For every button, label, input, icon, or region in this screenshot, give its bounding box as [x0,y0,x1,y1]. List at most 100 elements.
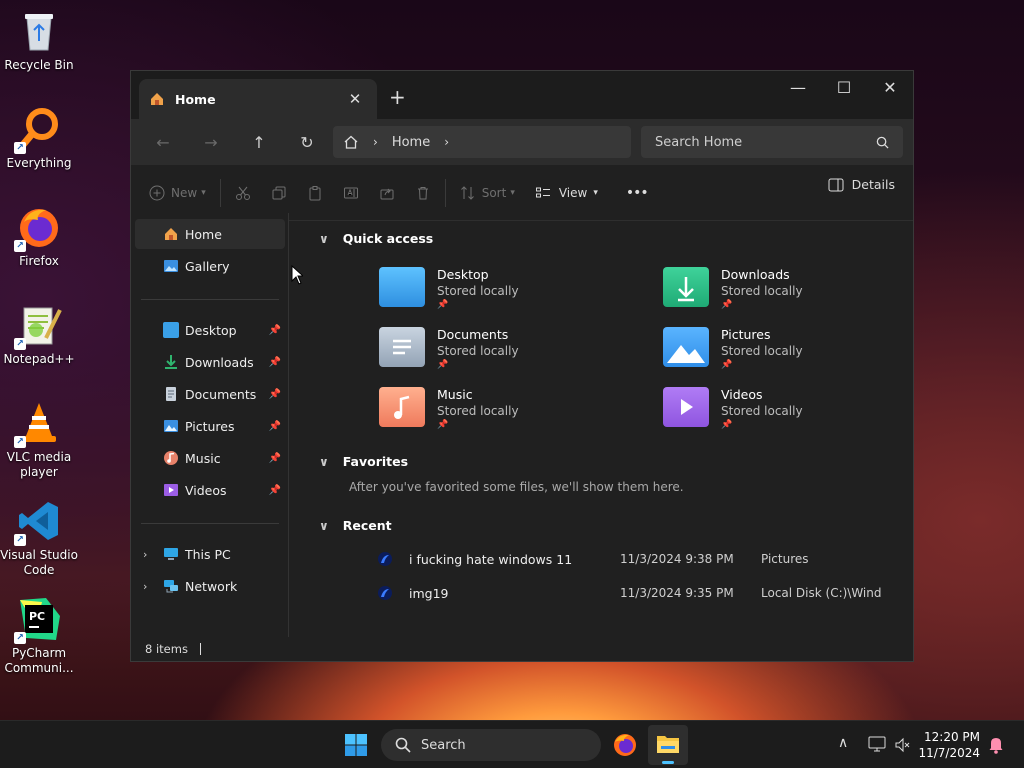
sidebar-item-downloads[interactable]: Downloads 📌 [135,347,285,377]
window-controls: — ☐ ✕ [775,71,913,103]
desktop-icon-pycharm[interactable]: PC ↗ PyCharm Communi... [0,596,78,676]
share-button[interactable] [369,177,405,209]
sidebar-item-label: Home [185,226,222,242]
section-title: Favorites [342,454,409,469]
pin-icon[interactable]: 📌 [269,421,281,432]
recent-file-location: Local Disk (C:)\Wind... [761,586,881,600]
desktop-icon-firefox[interactable]: ↗ Firefox [0,204,78,269]
new-button[interactable]: New ▾ [139,177,216,209]
close-window-button[interactable]: ✕ [867,71,913,103]
sidebar-item-music[interactable]: Music 📌 [135,443,285,473]
desktop-icon-label: Firefox [19,254,59,268]
pin-icon: 📌 [721,360,733,370]
up-button[interactable]: ↑ [235,126,283,158]
quick-access-desktop[interactable]: Desktop Stored locally 📌 [379,267,609,323]
refresh-button[interactable]: ↻ [283,126,331,158]
clock[interactable]: 12:20 PM 11/7/2024 [918,729,980,761]
chevron-up-icon[interactable]: ∧ [838,735,848,751]
sidebar-item-label: Network [185,578,238,594]
pin-icon[interactable]: 📌 [269,325,281,336]
delete-button[interactable] [405,177,441,209]
view-list-icon [535,187,550,197]
sidebar-item-home[interactable]: Home [135,219,285,249]
search-input[interactable]: Search Home [641,126,903,158]
desktop-icon-recycle-bin[interactable]: Recycle Bin [0,8,78,73]
file-explorer-window: Home ✕ + — ☐ ✕ ← → ↑ ↻ › Home › Search H… [130,70,914,662]
pin-icon[interactable]: 📌 [269,453,281,464]
recent-row[interactable]: i fucking hate windows 11 11/3/2024 9:38… [377,545,897,573]
taskbar-firefox-icon[interactable] [612,732,638,758]
videos-folder-icon [663,387,709,427]
cut-button[interactable] [225,177,261,209]
sidebar-item-network[interactable]: › Network [135,571,285,601]
sidebar-item-documents[interactable]: Documents 📌 [135,379,285,409]
breadcrumb[interactable]: Home [392,135,430,150]
pictures-icon [164,420,178,432]
copy-button[interactable] [261,177,297,209]
item-name: Desktop [437,267,489,282]
tab-home[interactable]: Home ✕ [139,79,377,119]
display-icon[interactable] [868,736,886,752]
sidebar-item-label: Videos [185,482,227,498]
firefox-icon: ↗ [14,204,62,252]
chevron-right-icon[interactable]: › [444,135,449,149]
recent-row[interactable]: img19 11/3/2024 9:35 PM Local Disk (C:)\… [377,579,897,607]
shortcut-arrow-icon: ↗ [14,534,26,546]
taskbar-search[interactable]: Search [381,729,601,761]
sidebar-item-this-pc[interactable]: › This PC [135,539,285,569]
forward-button[interactable]: → [187,126,235,158]
details-pane-button[interactable]: Details [828,177,895,192]
home-content: ∨ Quick access Desktop Stored locally 📌 Do… [291,213,913,639]
svg-text:PC: PC [29,610,45,623]
quick-access-videos[interactable]: Videos Stored locally 📌 [663,387,893,443]
sidebar-item-label: Pictures [185,418,235,434]
favorites-header[interactable]: ∨ Favorites [319,454,408,469]
pin-icon[interactable]: 📌 [269,357,281,368]
pin-icon[interactable]: 📌 [269,389,281,400]
notification-bell-icon[interactable] [988,736,1004,754]
chevron-right-icon[interactable]: › [143,548,147,561]
sort-icon [460,185,474,200]
recent-file-date: 11/3/2024 9:35 PM [620,586,734,600]
pin-icon[interactable]: 📌 [269,485,281,496]
sort-button[interactable]: Sort ▾ [450,177,525,209]
desktop-icon-vlc[interactable]: ↗ VLC media player [0,400,78,480]
paste-button[interactable] [297,177,333,209]
back-button[interactable]: ← [139,126,187,158]
close-tab-button[interactable]: ✕ [343,90,367,108]
sidebar-item-desktop[interactable]: Desktop 📌 [135,315,285,345]
sidebar-item-gallery[interactable]: Gallery [135,251,285,281]
quick-access-pictures[interactable]: Pictures Stored locally 📌 [663,327,893,383]
image-file-icon [378,552,392,566]
quick-access-header[interactable]: ∨ Quick access [319,231,433,246]
navigation-pane: Home Gallery Desktop 📌 Downloads 📌 Docum… [131,213,289,639]
address-bar[interactable]: › Home › [333,126,631,158]
quick-access-documents[interactable]: Documents Stored locally 📌 [379,327,609,383]
status-bar: 8 items [131,637,913,661]
sidebar-item-pictures[interactable]: Pictures 📌 [135,411,285,441]
sidebar-item-videos[interactable]: Videos 📌 [135,475,285,505]
minimize-button[interactable]: — [775,71,821,103]
documents-icon [166,387,176,401]
maximize-button[interactable]: ☐ [821,71,867,103]
desktop-icon-everything[interactable]: ↗ Everything [0,106,78,171]
start-button[interactable] [344,733,368,757]
recent-file-name: i fucking hate windows 11 [409,551,573,567]
view-button[interactable]: View ▾ [525,177,608,209]
desktop-icon-notepad-plus-plus[interactable]: ↗ Notepad++ [0,302,78,367]
downloads-folder-icon [663,267,709,307]
volume-muted-icon[interactable] [894,737,910,753]
desktop-icon-label: Visual Studio Code [0,548,78,577]
taskbar-file-explorer-button[interactable] [648,725,688,765]
home-icon [151,93,163,105]
item-name: Documents [437,327,509,342]
sidebar-item-label: Documents [185,386,257,402]
chevron-right-icon[interactable]: › [143,580,147,593]
recent-header[interactable]: ∨ Recent [319,518,392,533]
new-tab-button[interactable]: + [389,85,406,109]
more-options-button[interactable]: ••• [616,177,658,209]
desktop-icon-vscode[interactable]: ↗ Visual Studio Code [0,498,78,578]
quick-access-downloads[interactable]: Downloads Stored locally 📌 [663,267,893,323]
rename-button[interactable] [333,177,369,209]
quick-access-music[interactable]: Music Stored locally 📌 [379,387,609,443]
